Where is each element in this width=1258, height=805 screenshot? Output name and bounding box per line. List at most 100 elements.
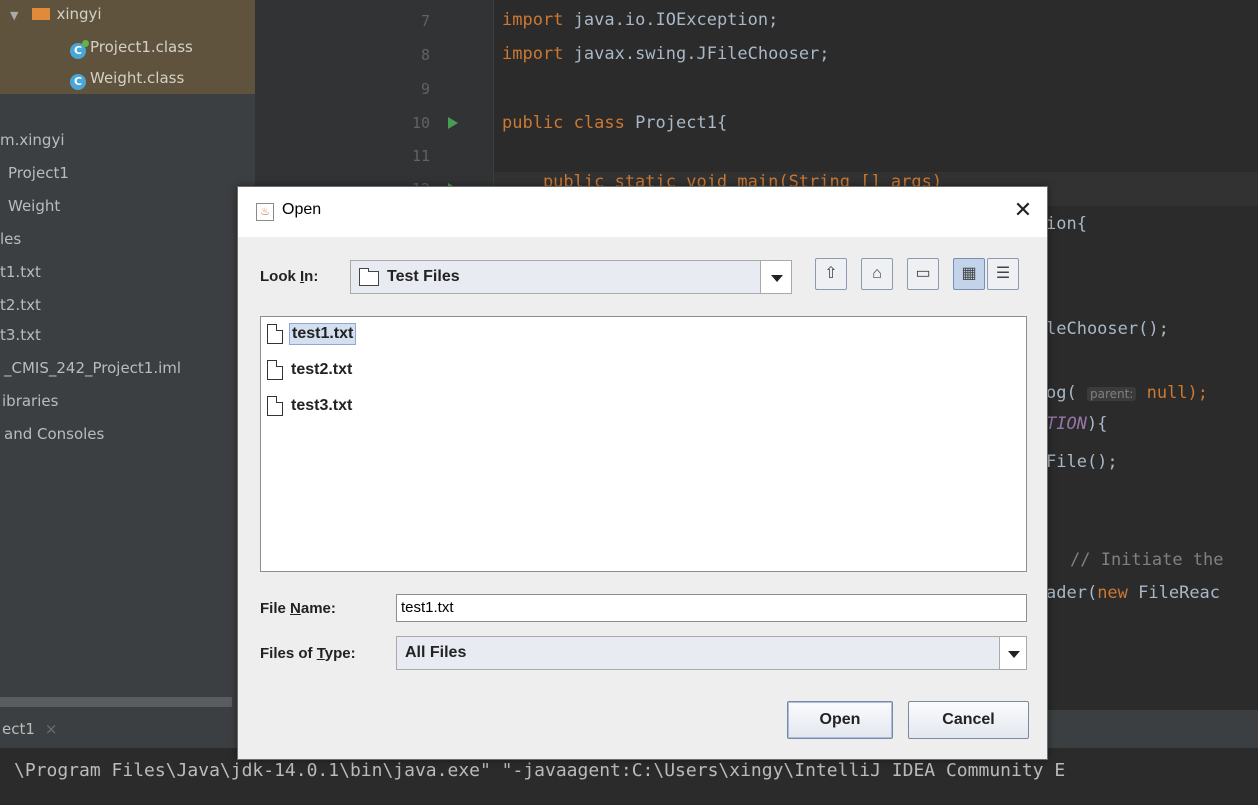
code-line: TION){ (1046, 414, 1107, 434)
run-tab[interactable]: ect1 × (0, 710, 57, 748)
open-file-dialog: ♨ Open ✕ Look In: Test Files ⇧ ⌂ ▭ ▦ ☰ t… (237, 186, 1048, 760)
class-icon: C (70, 74, 86, 90)
files-of-type-value: All Files (405, 644, 467, 661)
code-line: ader(new FileReac (1046, 583, 1220, 603)
close-icon[interactable]: ✕ (1008, 195, 1038, 225)
tree-item-files[interactable]: les (0, 229, 21, 249)
console-command-line: \Program Files\Java\jdk-14.0.1\bin\java.… (14, 760, 1066, 781)
keyword: public class (502, 113, 625, 133)
tree-item-label: t3.txt (0, 326, 41, 344)
new-folder-button[interactable]: ▭ (907, 258, 939, 290)
look-in-dropdown-button[interactable] (760, 260, 792, 294)
expand-arrow-icon[interactable]: ▼ (10, 6, 18, 26)
tree-item-weight[interactable]: Weight (8, 196, 60, 216)
tree-item-label: m.xingyi (0, 131, 65, 149)
line-number: 8 (420, 46, 430, 64)
file-name: test3.txt (291, 397, 353, 414)
tree-item-project1[interactable]: Project1 (8, 163, 69, 183)
tree-item-label: _CMIS_242_Project1.iml (4, 359, 182, 377)
class-icon: C (70, 40, 89, 59)
code-fragment: File(); (1046, 452, 1118, 472)
code-text: FileReac (1127, 583, 1221, 603)
keyword: new (1097, 583, 1128, 603)
horizontal-scrollbar[interactable] (0, 697, 232, 707)
up-folder-button[interactable]: ⇧ (815, 258, 847, 290)
up-folder-icon: ⇧ (824, 265, 838, 282)
label-text: n: (304, 268, 319, 285)
look-in-value: Test Files (387, 268, 460, 285)
label-mnemonic: T (316, 645, 325, 662)
files-of-type-select[interactable]: All Files (396, 636, 1001, 670)
close-icon[interactable]: × (45, 720, 58, 738)
file-name-input[interactable]: test1.txt (396, 594, 1027, 622)
project-panel: ▼ xingyi C Project1.class C Weight.class m.… (0, 0, 255, 710)
run-gutter-icon[interactable] (448, 117, 458, 129)
tree-item-label: Weight (8, 197, 61, 215)
tree-item-label: Project1.class (90, 38, 193, 56)
tree-item-label: les (0, 230, 22, 248)
tree-item-label: ibraries (2, 392, 59, 410)
file-icon (267, 324, 283, 344)
file-name-label: File Name: (260, 600, 336, 617)
code-line: import javax.swing.JFileChooser; (502, 44, 830, 64)
tree-item-libraries[interactable]: ibraries (2, 391, 58, 411)
line-number: 10 (411, 114, 430, 132)
tree-item-weight-class[interactable]: C Weight.class (70, 68, 184, 90)
details-view-button[interactable]: ☰ (987, 258, 1019, 290)
tree-item-xingyi[interactable]: ▼ xingyi (10, 4, 102, 26)
chevron-down-icon (1008, 651, 1020, 658)
tree-item-label: Project1 (8, 164, 69, 182)
details-view-icon: ☰ (995, 265, 1011, 282)
tree-item-label: t2.txt (0, 296, 41, 314)
code-text: Project1{ (624, 113, 728, 133)
file-name: test2.txt (291, 361, 353, 378)
constant: TION (1046, 414, 1087, 434)
tree-item-consoles[interactable]: and Consoles (4, 424, 104, 444)
tree-item-label: xingyi (56, 5, 102, 23)
folder-icon (359, 268, 379, 286)
label-mnemonic: N (290, 600, 301, 617)
list-view-button[interactable]: ▦ (953, 258, 985, 290)
label-text: Files of (260, 645, 317, 662)
code-text: og( (1046, 383, 1077, 403)
keyword: import (502, 44, 564, 64)
tree-item-test2[interactable]: t2.txt (0, 295, 41, 315)
files-of-type-label: Files of Type: (260, 645, 356, 662)
code-text: javax.swing.JFileChooser; (563, 44, 830, 64)
tree-item-package[interactable]: m.xingyi (0, 130, 65, 150)
tree-item-label: and Consoles (4, 425, 105, 443)
tree-item-label: t1.txt (0, 263, 41, 281)
code-line: og( parent: null); (1046, 383, 1208, 403)
cancel-button[interactable]: Cancel (908, 701, 1029, 739)
java-icon: ♨ (256, 203, 274, 221)
dialog-title: Open (282, 201, 322, 218)
parameter-hint: parent: (1086, 387, 1137, 401)
code-line: import java.io.IOException; (502, 10, 778, 30)
new-folder-icon: ▭ (915, 265, 931, 282)
code-text: ){ (1086, 414, 1108, 434)
files-of-type-dropdown-button[interactable] (999, 636, 1027, 670)
label-text: ype: (324, 645, 356, 662)
tree-item-test1[interactable]: t1.txt (0, 262, 41, 282)
code-text: java.io.IOException; (563, 10, 779, 30)
home-button[interactable]: ⌂ (861, 258, 893, 290)
tree-item-label: Weight.class (90, 69, 185, 87)
look-in-label: Look In: (260, 268, 318, 285)
file-name: test1.txt (289, 323, 357, 345)
line-number: 9 (420, 80, 430, 98)
code-fragment: ion{ (1046, 214, 1087, 234)
look-in-select[interactable]: Test Files (350, 260, 792, 294)
open-button[interactable]: Open (787, 701, 893, 739)
file-icon (267, 360, 283, 380)
folder-icon (32, 8, 51, 20)
code-line: public class Project1{ (502, 113, 727, 133)
file-list[interactable]: test1.txt test2.txt test3.txt (260, 316, 1027, 572)
code-text: ader( (1046, 583, 1098, 603)
keyword: import (502, 10, 564, 30)
tree-item-project1-class[interactable]: C Project1.class (70, 37, 193, 59)
label-text: Look (260, 268, 300, 285)
tree-item-test3[interactable]: t3.txt (0, 325, 41, 345)
tree-item-iml[interactable]: _CMIS_242_Project1.iml (4, 358, 181, 378)
dialog-title-bar[interactable]: ♨ Open ✕ (238, 187, 1047, 237)
home-icon: ⌂ (872, 265, 882, 282)
